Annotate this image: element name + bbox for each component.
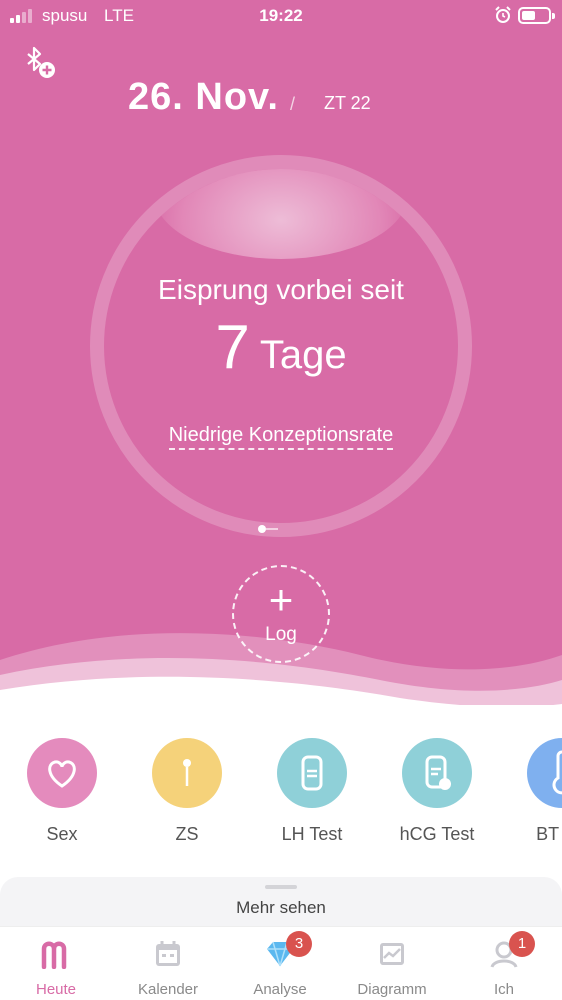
days-counter: 7 Tage xyxy=(0,312,562,383)
calendar-icon xyxy=(156,941,180,966)
alarm-icon xyxy=(495,6,511,23)
ovulation-status-text: Eisprung vorbei seit xyxy=(158,274,404,305)
today-icon xyxy=(41,941,67,969)
ich-badge: 1 xyxy=(509,931,535,957)
log-label: Log xyxy=(265,624,297,645)
days-value: 7 xyxy=(215,313,250,382)
chart-icon xyxy=(380,943,404,965)
heart-icon xyxy=(27,738,97,808)
quick-actions: Sex ZS LH Test hCG Test BT hin xyxy=(0,738,562,848)
tab-kalender[interactable]: Kalender xyxy=(112,927,224,1000)
battery-icon xyxy=(518,7,555,24)
pin-icon xyxy=(152,738,222,808)
hero-section: spusu LTE 19:22 26. Nov. / ZT 22 Eisprun… xyxy=(0,0,562,705)
tab-bar: Heute Kalender 3 Analyse Diagramm 1 Ich xyxy=(0,926,562,1000)
action-hcg-test[interactable]: hCG Test xyxy=(377,738,497,845)
plus-icon: + xyxy=(268,576,294,623)
test-strip-icon xyxy=(277,738,347,808)
action-bt[interactable]: BT hin xyxy=(502,738,562,845)
bluetooth-add-icon[interactable] xyxy=(20,44,58,82)
action-sex[interactable]: Sex xyxy=(2,738,122,845)
tab-diagramm[interactable]: Diagramm xyxy=(336,927,448,1000)
tab-analyse[interactable]: 3 Analyse xyxy=(224,927,336,1000)
cycle-day-label: ZT 22 xyxy=(324,93,371,113)
status-bar: spusu LTE 19:22 xyxy=(0,0,562,32)
action-lh-test[interactable]: LH Test xyxy=(252,738,372,845)
current-date: 26. Nov. xyxy=(128,76,279,118)
analyse-badge: 3 xyxy=(286,931,312,957)
log-button[interactable]: + Log xyxy=(232,565,330,663)
drag-handle[interactable] xyxy=(265,885,297,889)
tab-heute[interactable]: Heute xyxy=(0,927,112,1000)
days-unit: Tage xyxy=(259,333,347,377)
date-separator: / xyxy=(290,94,296,114)
conception-rate-link[interactable]: Niedrige Konzeptionsrate xyxy=(0,424,562,450)
more-label: Mehr sehen xyxy=(236,898,326,917)
hcg-test-icon xyxy=(402,738,472,808)
action-zs[interactable]: ZS xyxy=(127,738,247,845)
status-time: 19:22 xyxy=(259,6,303,25)
tab-ich[interactable]: 1 Ich xyxy=(448,927,560,1000)
thermometer-icon xyxy=(527,738,562,808)
page-indicator xyxy=(258,525,280,533)
